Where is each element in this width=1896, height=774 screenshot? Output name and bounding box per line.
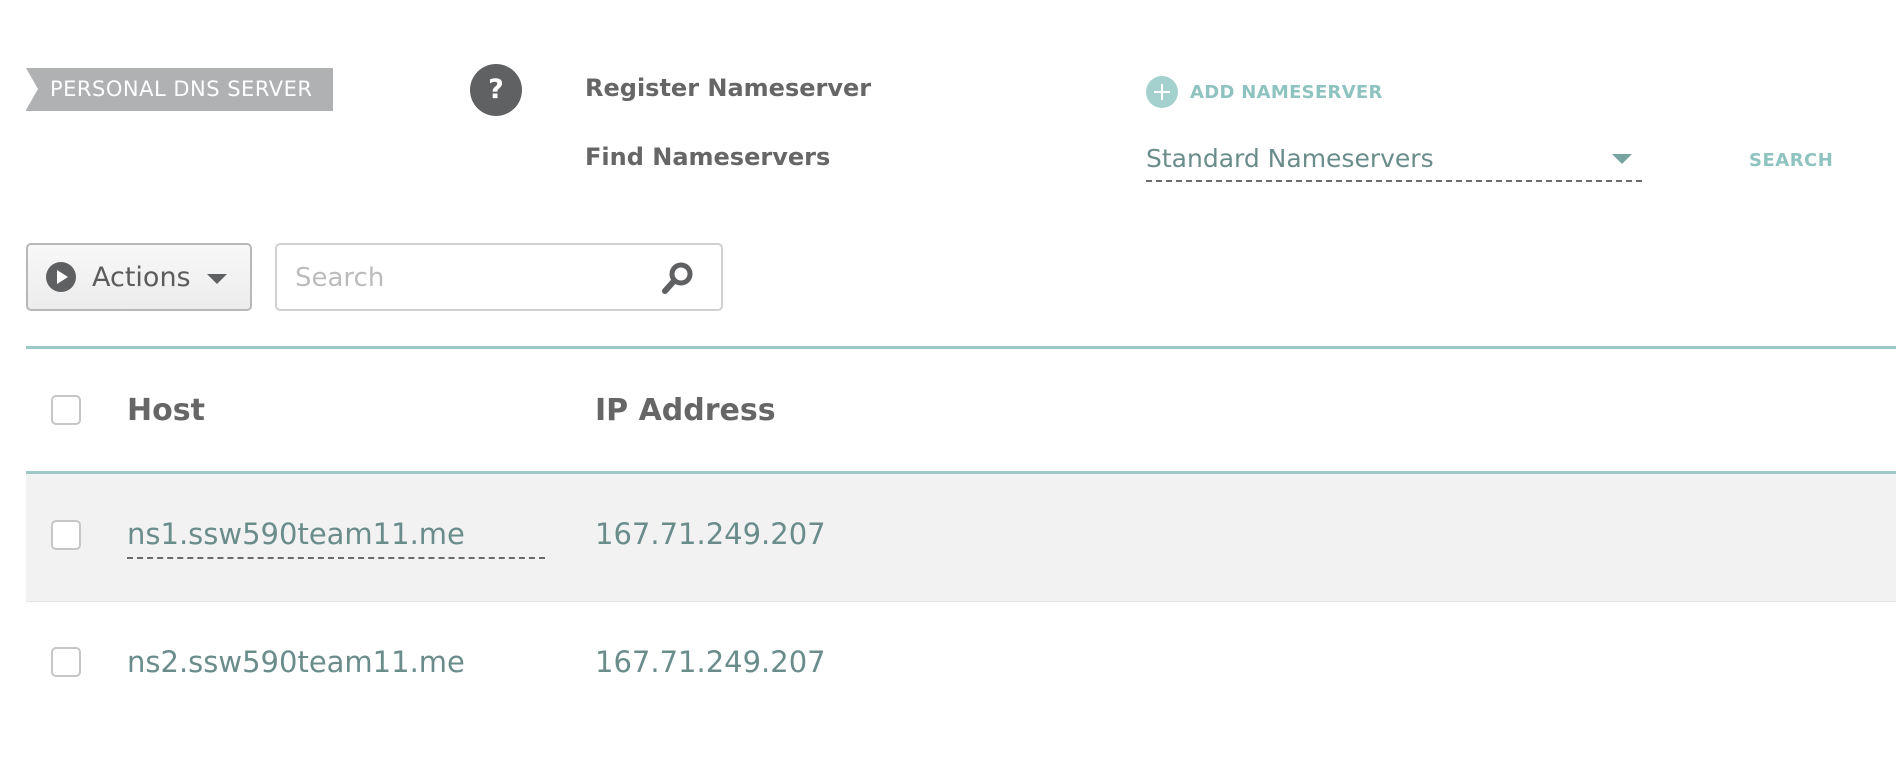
ip-address-cell: 167.71.249.207 — [595, 517, 826, 551]
row-checkbox[interactable] — [51, 520, 81, 550]
actions-label: Actions — [92, 261, 191, 293]
help-icon[interactable]: ? — [470, 64, 522, 116]
table-row: ns2.ssw590team11.me 167.71.249.207 — [26, 602, 1896, 729]
add-nameserver-button[interactable]: ADD NAMESERVER — [1146, 76, 1383, 108]
add-nameserver-label: ADD NAMESERVER — [1190, 81, 1383, 103]
nameserver-type-value: Standard Nameservers — [1146, 144, 1434, 173]
chevron-down-icon — [206, 274, 227, 284]
table-top-rule — [26, 346, 1896, 349]
chevron-down-icon — [1612, 154, 1632, 164]
host-link[interactable]: ns1.ssw590team11.me — [127, 517, 545, 559]
magnifier-icon[interactable] — [661, 261, 695, 295]
plus-circle-icon — [1146, 76, 1178, 108]
search-input[interactable] — [293, 245, 657, 311]
search-nameservers-link[interactable]: SEARCH — [1749, 150, 1833, 171]
search-box — [275, 243, 723, 311]
ip-address-column-header[interactable]: IP Address — [595, 393, 776, 428]
play-icon — [46, 262, 76, 292]
host-column-header[interactable]: Host — [127, 393, 205, 428]
host-link[interactable]: ns2.ssw590team11.me — [127, 645, 465, 679]
row-checkbox[interactable] — [51, 647, 81, 677]
register-nameserver-label: Register Nameserver — [585, 74, 872, 102]
ip-address-cell: 167.71.249.207 — [595, 645, 826, 679]
select-all-checkbox[interactable] — [51, 395, 81, 425]
actions-dropdown-button[interactable]: Actions — [26, 243, 252, 311]
find-nameservers-label: Find Nameservers — [585, 143, 831, 171]
nameserver-type-select[interactable]: Standard Nameservers — [1146, 140, 1642, 182]
table-row: ns1.ssw590team11.me 167.71.249.207 — [26, 474, 1896, 602]
personal-dns-server-badge: PERSONAL DNS SERVER — [26, 68, 333, 111]
